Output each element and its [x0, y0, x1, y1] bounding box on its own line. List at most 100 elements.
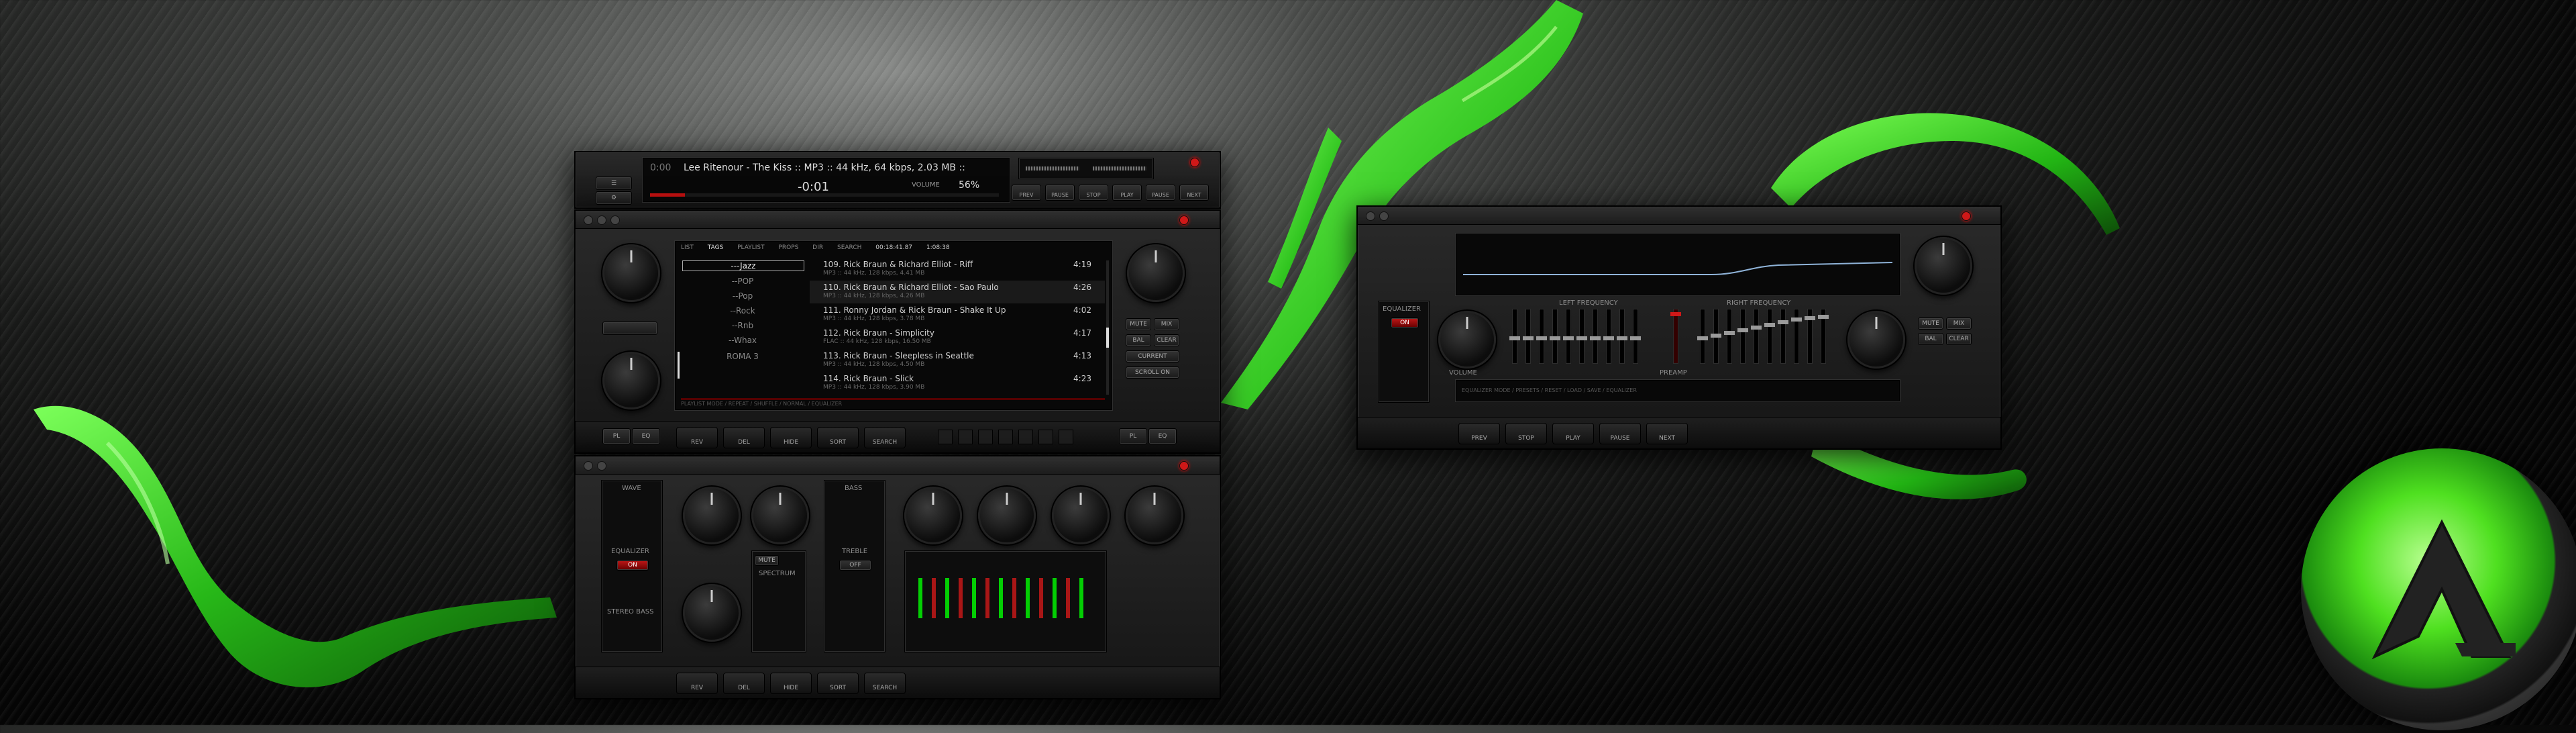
search-button[interactable]: SEARCH [864, 673, 906, 694]
eq-band-slider[interactable] [1818, 309, 1829, 364]
pl-toggle-button[interactable]: PL [602, 428, 631, 444]
eq-off-button[interactable]: OFF [839, 560, 871, 571]
clear-button[interactable]: CLEAR [1154, 334, 1179, 346]
volume-knob[interactable] [1438, 311, 1496, 369]
mixer-knob[interactable] [751, 487, 809, 544]
bal-button[interactable]: BAL [1126, 334, 1151, 346]
mini-prev-button[interactable]: PREV [1012, 185, 1041, 201]
eq-band-slider[interactable] [1711, 309, 1721, 364]
mini-stop-button[interactable]: STOP [1079, 185, 1108, 201]
mix-button[interactable]: MIX [1154, 318, 1179, 330]
ctrl-icon[interactable] [958, 430, 973, 444]
preamp-slider[interactable] [1670, 309, 1681, 364]
eq-state-button[interactable]: ON [1391, 317, 1419, 328]
next-button[interactable]: NEXT [1646, 423, 1688, 444]
sort-button[interactable]: SORT [817, 427, 859, 448]
prev-button[interactable]: PREV [1458, 423, 1500, 444]
playlist-progress[interactable] [681, 398, 1105, 400]
genre-item[interactable]: --Whax [682, 336, 803, 345]
pause-button[interactable]: PAUSE [1599, 423, 1641, 444]
tab-playlist[interactable]: PLAYLIST [737, 244, 764, 251]
track-row[interactable]: 112. Rick Braun - Simplicity FLAC :: 44 k… [810, 326, 1105, 349]
eq-band-slider[interactable] [1805, 309, 1815, 364]
left-mid-button[interactable] [602, 322, 657, 335]
left-knob-top[interactable] [602, 244, 660, 302]
del-button[interactable]: DEL [723, 427, 765, 448]
mixer-min-button[interactable] [597, 461, 606, 471]
track-row[interactable]: 110. Rick Braun & Richard Elliot - Sao P… [810, 281, 1105, 303]
right-knob[interactable] [1127, 244, 1185, 302]
mini-position-bar[interactable] [650, 193, 999, 197]
playlist-scrollbar[interactable] [1106, 260, 1109, 395]
ctrl-icon[interactable] [938, 430, 953, 444]
mixer-menu-button[interactable] [584, 461, 593, 471]
eq-band-slider[interactable] [1737, 309, 1748, 364]
track-row[interactable]: 109. Rick Braun & Richard Elliot - Riff M… [810, 258, 1105, 281]
mixer-knob[interactable] [904, 487, 962, 544]
mute-button[interactable]: MUTE [1126, 318, 1151, 330]
eq-band-slider[interactable] [1576, 309, 1587, 364]
mini-menu-button[interactable]: ☰ [596, 177, 632, 190]
rev-button[interactable]: REV [676, 673, 718, 694]
ctrl-icon[interactable] [978, 430, 993, 444]
genre-item[interactable]: --Rock [682, 306, 803, 315]
ctrl-icon[interactable] [1059, 430, 1073, 444]
track-row[interactable]: 111. Ronny Jordan & Rick Braun - Shake I… [810, 303, 1105, 326]
eq-band-slider[interactable] [1724, 309, 1735, 364]
pl-min-button[interactable] [597, 215, 606, 225]
mixer-knob[interactable] [683, 584, 741, 642]
del-button[interactable]: DEL [723, 673, 765, 694]
pl-shade-button[interactable] [610, 215, 620, 225]
eq-on-button[interactable]: ON [616, 560, 649, 571]
eq-band-slider[interactable] [1536, 309, 1547, 364]
ctrl-icon[interactable] [998, 430, 1013, 444]
pl-menu-button[interactable] [584, 215, 593, 225]
hide-button[interactable]: HIDE [770, 427, 812, 448]
genre-item[interactable]: --Rnb [682, 321, 803, 330]
mini-pause-button[interactable]: PAUSE [1045, 185, 1075, 201]
eq-toggle-right-button[interactable]: EQ [1148, 428, 1177, 444]
mini-close-button[interactable] [1190, 158, 1199, 167]
sort-button[interactable]: SORT [817, 673, 859, 694]
rev-button[interactable]: REV [676, 427, 718, 448]
hide-button[interactable]: HIDE [770, 673, 812, 694]
mixer-knob[interactable] [978, 487, 1036, 544]
eq-right-knob[interactable] [1915, 237, 1972, 295]
mini-opts-button[interactable]: ⚙ [596, 191, 632, 205]
mixer-knob[interactable] [1052, 487, 1110, 544]
eq-band-slider[interactable] [1778, 309, 1788, 364]
eq-titlebar[interactable] [1358, 207, 2000, 225]
eq-close-button[interactable] [1962, 211, 1971, 221]
eq-band-slider[interactable] [1751, 309, 1762, 364]
pl-toggle-right-button[interactable]: PL [1119, 428, 1147, 444]
mini-next-button[interactable]: NEXT [1179, 185, 1209, 201]
genre-item[interactable]: --POP [682, 277, 803, 286]
eq-band-slider[interactable] [1603, 309, 1614, 364]
tab-props[interactable]: PROPS [778, 244, 798, 251]
bal-button[interactable]: BAL [1918, 333, 1943, 345]
track-row[interactable]: 113. Rick Braun - Sleepless in Seattle MP… [810, 349, 1105, 372]
stop-button[interactable]: STOP [1505, 423, 1547, 444]
mixer-titlebar[interactable] [576, 456, 1220, 475]
tab-dir[interactable]: DIR [812, 244, 823, 251]
left-knob-bottom[interactable] [602, 352, 660, 409]
eq-band-slider[interactable] [1550, 309, 1560, 364]
eq-menu-button[interactable] [1366, 211, 1375, 221]
eq-toggle-button[interactable]: EQ [632, 428, 660, 444]
mini-play-button[interactable]: PLAY [1112, 185, 1142, 201]
tab-tags[interactable]: TAGS [708, 244, 723, 251]
genre-item[interactable]: ---Jazz [682, 260, 804, 271]
eq-band-slider[interactable] [1563, 309, 1574, 364]
genre-item[interactable]: --Pop [682, 291, 803, 301]
clear-button[interactable]: CLEAR [1946, 333, 1972, 345]
mixer-knob[interactable] [683, 487, 741, 544]
eq-band-slider[interactable] [1509, 309, 1520, 364]
mixer-close-button[interactable] [1179, 461, 1189, 471]
eq-band-slider[interactable] [1590, 309, 1601, 364]
eq-band-slider[interactable] [1617, 309, 1627, 364]
eq-band-slider[interactable] [1697, 309, 1708, 364]
mix-button[interactable]: MIX [1946, 317, 1972, 330]
genre-item[interactable]: ROMA 3 [682, 352, 803, 361]
mixer-knob[interactable] [1126, 487, 1183, 544]
mini-pause2-button[interactable]: PAUSE [1146, 185, 1175, 201]
